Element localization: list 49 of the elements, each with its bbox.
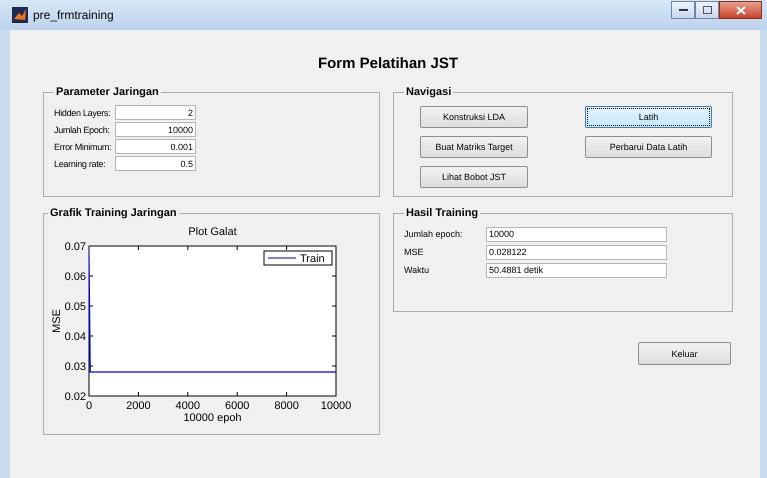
input-field[interactable]: 10000 <box>115 122 196 137</box>
input-field[interactable]: 0.5 <box>115 156 196 171</box>
tick-label: 6000 <box>224 400 250 412</box>
field-label: Learning rate: <box>54 158 106 168</box>
tick-label: 0 <box>86 400 92 412</box>
field-label: Waktu <box>404 265 430 275</box>
minimize-icon <box>678 8 688 12</box>
tick-label: 8000 <box>274 400 299 412</box>
tick-label: 0.06 <box>64 271 86 283</box>
field-label: MSE <box>404 247 425 257</box>
nav-button[interactable]: Buat Matriks Target <box>420 136 528 158</box>
chart-title: Plot Galat <box>188 226 237 238</box>
panel-title: Parameter Jaringan <box>55 86 160 98</box>
panel-title: Navigasi <box>405 86 452 98</box>
nav-button[interactable]: Konstruksi LDA <box>420 106 528 128</box>
field-label: Error Minimum: <box>54 142 112 152</box>
tick-label: 0.03 <box>64 361 86 373</box>
axis-label: MSE <box>51 309 63 333</box>
close-button[interactable] <box>719 1 762 19</box>
maximize-button[interactable] <box>695 1 719 19</box>
exit-button[interactable]: Keluar <box>638 342 731 365</box>
panel-title: Hasil Training <box>405 207 480 219</box>
output-field: 10000 <box>486 226 667 242</box>
minimize-button[interactable] <box>671 1 695 19</box>
field-label: Jumlah epoch: <box>404 229 464 239</box>
nav-button[interactable]: Lihat Bobot JST <box>420 166 528 188</box>
output-field: 0.028122 <box>486 244 667 260</box>
window-title: pre_frmtraining <box>33 8 114 22</box>
tick-label: 0.02 <box>64 391 86 403</box>
input-field[interactable]: 0.001 <box>115 139 196 154</box>
field-label: Jumlah Epoch: <box>54 124 111 134</box>
tick-label: 2000 <box>126 400 151 412</box>
tick-label: 4000 <box>176 400 200 412</box>
form-heading: Form Pelatihan JST <box>316 54 460 74</box>
output-field: 50.4881 detik <box>486 262 667 278</box>
app-icon <box>12 7 28 23</box>
axis-label: 10000 epoh <box>183 412 242 424</box>
tick-label: 10000 <box>320 400 352 412</box>
maximize-icon <box>702 6 712 14</box>
tick-label: 0.05 <box>64 301 86 313</box>
input-field[interactable]: 2 <box>115 105 196 120</box>
panel-title: Grafik Training Jaringan <box>49 207 178 219</box>
legend-label: Train <box>300 253 325 265</box>
tick-label: 0.04 <box>64 331 86 343</box>
field-label: Hidden Layers: <box>54 108 112 118</box>
tick-label: 0.07 <box>64 241 86 253</box>
close-icon <box>736 6 746 14</box>
nav-button[interactable]: Latih <box>585 106 712 128</box>
nav-button[interactable]: Perbarui Data Latih <box>585 136 712 158</box>
